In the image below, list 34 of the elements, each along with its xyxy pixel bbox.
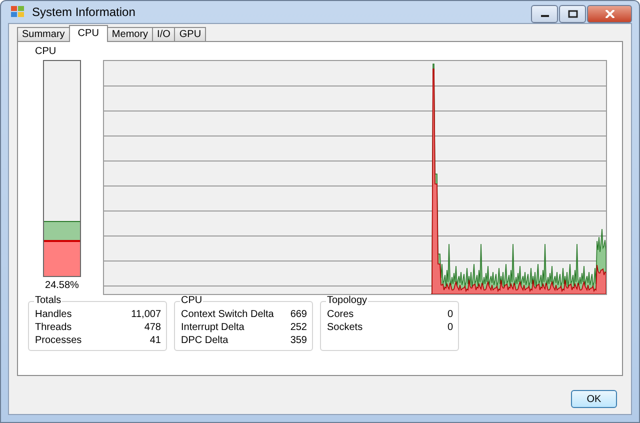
field-label: Sockets — [327, 322, 363, 335]
field-value: 669 — [290, 309, 307, 322]
field-value: 478 — [144, 322, 161, 335]
field-label: Processes — [35, 335, 82, 348]
tab[interactable]: CPU — [68, 25, 108, 42]
maximize-button[interactable] — [559, 5, 586, 23]
meter-label: CPU — [35, 46, 56, 59]
field-label: Context Switch Delta — [181, 309, 274, 322]
field-label: Threads — [35, 322, 72, 335]
field-value: 41 — [150, 335, 161, 348]
group-title: Totals — [34, 295, 62, 306]
tab[interactable]: I/O — [152, 27, 176, 41]
field-label: Cores — [327, 309, 354, 322]
field-label: Interrupt Delta — [181, 322, 244, 335]
tab[interactable]: GPU — [174, 27, 206, 41]
field-value: 359 — [290, 335, 307, 348]
close-icon — [604, 10, 614, 18]
minimize-button[interactable] — [531, 5, 558, 23]
group-title: CPU — [180, 295, 204, 306]
group-title: Topology — [326, 295, 368, 306]
close-button[interactable] — [587, 5, 632, 23]
maximize-icon — [568, 10, 578, 18]
tab[interactable]: Memory — [106, 27, 154, 41]
field-value: 11,007 — [131, 309, 161, 322]
field-value: 252 — [290, 322, 307, 335]
ok-button[interactable]: OK — [571, 390, 617, 408]
cpu-reading: 24.58% — [45, 280, 79, 291]
field-label: Handles — [35, 309, 72, 322]
tab[interactable]: Summary — [17, 27, 70, 41]
field-value: 0 — [447, 309, 453, 322]
field-value: 0 — [447, 322, 453, 335]
app-icon — [10, 4, 26, 20]
field-label: DPC Delta — [181, 335, 228, 348]
window-title: System Information — [32, 5, 136, 19]
